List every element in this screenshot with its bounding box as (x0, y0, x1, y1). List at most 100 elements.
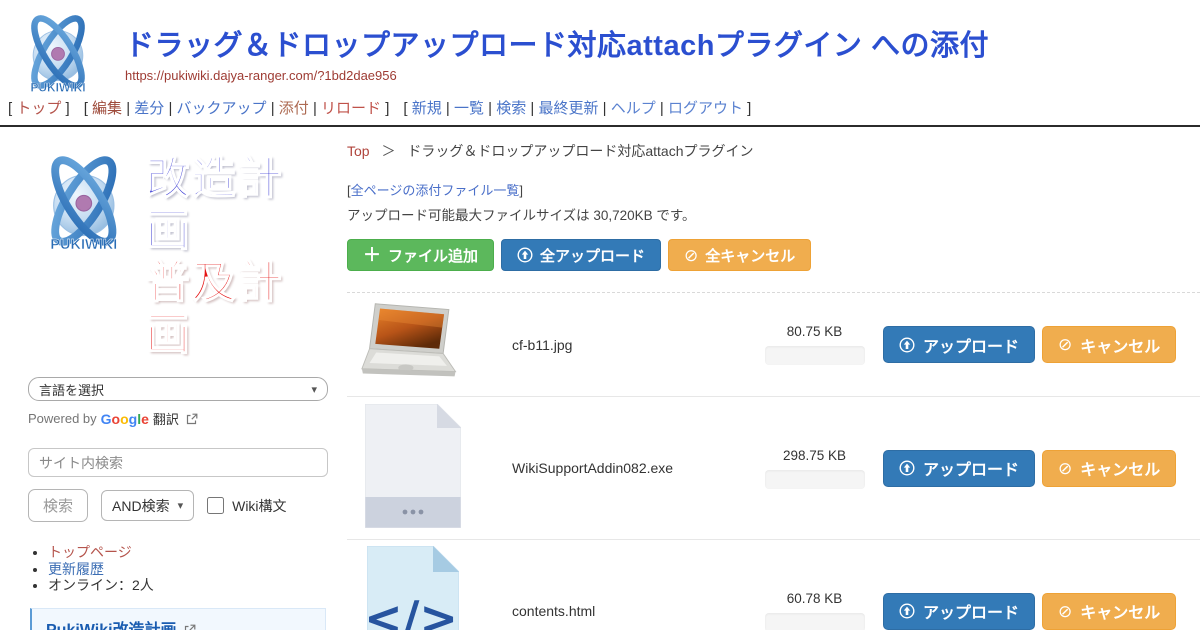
cancel-button-label: キャンセル (1080, 333, 1160, 357)
google-letter: e (141, 411, 149, 427)
language-select[interactable]: 言語を選択 ▾ (28, 377, 328, 401)
upload-toolbar: ＋ ファイル追加 全アップロード ⊘ 全キャンセル (347, 239, 1200, 271)
upload-circle-icon (517, 247, 533, 263)
logo-wordmark: PUKIWIKI (30, 81, 85, 95)
sidebar-banner[interactable]: PUKIWIKI 改造計画 普及計画 (28, 145, 329, 361)
upload-file-list: </> cf-b11.jpg 80.75 KB アップロード (347, 292, 1200, 630)
google-logo: Google (101, 411, 149, 427)
breadcrumb-home-link[interactable]: Top (347, 143, 370, 159)
add-file-button[interactable]: ＋ ファイル追加 (347, 239, 494, 271)
chevron-down-icon: ▾ (178, 499, 184, 512)
file-size: 298.75 KB (762, 448, 867, 463)
file-thumbnail: </> (347, 546, 479, 630)
max-filesize-text: アップロード可能最大ファイルサイズは 30,720KB です。 (347, 204, 1200, 224)
google-letter: o (112, 411, 121, 427)
file-name: contents.html (479, 603, 762, 619)
upload-progress-bar (765, 613, 865, 630)
sidebar-link[interactable]: トップページ (48, 544, 132, 560)
atom-icon: PUKIWIKI (12, 6, 104, 98)
nav-item[interactable]: リロード (309, 100, 381, 117)
file-size: 60.78 KB (762, 591, 867, 606)
nav-group-page-actions: 編集差分バックアップ添付リロード (84, 97, 390, 118)
nav-item[interactable]: 差分 (122, 100, 164, 117)
upload-circle-icon (899, 337, 915, 353)
cancel-button[interactable]: ⊘ キャンセル (1042, 450, 1176, 487)
wiki-syntax-label: Wiki構文 (232, 496, 286, 516)
top-navigation: トップ 編集差分バックアップ添付リロード 新規一覧検索最終更新ヘルプログアウト (0, 95, 1200, 119)
laptop-image-thumbnail (356, 299, 471, 390)
pukiwiki-atom-logo-icon[interactable]: PUKIWIKI (12, 6, 104, 103)
nav-item[interactable]: 一覧 (442, 100, 484, 117)
cancel-button-label: キャンセル (1080, 456, 1160, 480)
banner-slogan: 改造計画 普及計画 (146, 153, 329, 361)
translate-label[interactable]: 翻訳 (153, 409, 179, 428)
powered-by-label: Powered by (28, 411, 97, 426)
nav-item[interactable]: 検索 (484, 100, 526, 117)
google-letter: g (129, 411, 138, 427)
external-link-icon (186, 413, 198, 425)
sidebar-heading-box: PukiWiki改造計画 (30, 608, 326, 630)
cancel-all-button[interactable]: ⊘ 全キャンセル (668, 239, 811, 271)
google-letter: o (120, 411, 129, 427)
sidebar-link[interactable]: オンライン：2人 (48, 577, 154, 593)
page-title: ドラッグ＆ドロップアップロード対応attachプラグイン への添付 (125, 22, 989, 64)
nav-item[interactable]: ログアウト (656, 100, 743, 117)
breadcrumb-separator: ＞ (381, 143, 395, 159)
nav-item[interactable]: 添付 (267, 100, 309, 117)
upload-circle-icon (899, 603, 915, 619)
list-item: オンライン：2人 (48, 577, 329, 594)
upload-all-button[interactable]: 全アップロード (501, 239, 661, 271)
cancel-button[interactable]: ⊘ キャンセル (1042, 326, 1176, 363)
page-url-link[interactable]: https://pukiwiki.dajya-ranger.com/?1bd2d… (125, 68, 397, 83)
search-mode-select[interactable]: AND検索 ▾ (101, 490, 194, 521)
nav-item[interactable]: 最終更新 (526, 100, 598, 117)
all-attachments-link[interactable]: 全ページの添付ファイル一覧 (351, 183, 520, 198)
google-letter: G (101, 411, 112, 427)
wiki-syntax-checkbox[interactable] (207, 497, 224, 514)
plus-icon: ＋ (363, 246, 381, 264)
nav-group-site-actions: 新規一覧検索最終更新ヘルプログアウト (403, 97, 751, 118)
search-controls: 検索 AND検索 ▾ Wiki構文 (28, 489, 329, 522)
generic-file-icon (365, 404, 461, 533)
file-size-cell: 80.75 KB (762, 324, 867, 365)
file-row: </> contents.html 60.78 KB アップロー (347, 540, 1200, 630)
wiki-syntax-option: Wiki構文 (207, 496, 286, 516)
file-name: cf-b11.jpg (479, 337, 762, 353)
nav-item[interactable]: バックアップ (164, 100, 266, 117)
ban-circle-icon: ⊘ (1058, 336, 1072, 353)
upload-button-label: アップロード (923, 456, 1019, 480)
language-select-value: 言語を選択 (39, 380, 104, 399)
banner-line-fukyu: 普及計画 (146, 257, 329, 361)
site-search-input[interactable] (28, 448, 328, 477)
upload-progress-bar (765, 346, 865, 365)
banner-line-kaizo: 改造計画 (146, 153, 329, 257)
list-item: トップページ (48, 544, 329, 561)
upload-button[interactable]: アップロード (883, 326, 1035, 363)
powered-by-google: Powered by Google 翻訳 (28, 409, 329, 428)
upload-button[interactable]: アップロード (883, 450, 1035, 487)
upload-button[interactable]: アップロード (883, 593, 1035, 630)
sidebar-link[interactable]: 更新履歴 (48, 561, 104, 577)
upload-circle-icon (899, 460, 915, 476)
cancel-all-label: 全キャンセル (705, 245, 795, 266)
search-mode-value: AND検索 (112, 496, 170, 516)
nav-item[interactable]: 新規 (412, 100, 442, 117)
cancel-button[interactable]: ⊘ キャンセル (1042, 593, 1176, 630)
search-button[interactable]: 検索 (28, 489, 88, 522)
file-actions: アップロード ⊘ キャンセル (883, 593, 1176, 630)
upload-all-label: 全アップロード (540, 245, 645, 266)
file-thumbnail: </> (347, 299, 479, 390)
chevron-down-icon: ▾ (311, 383, 317, 396)
cancel-button-label: キャンセル (1080, 599, 1160, 623)
header: PUKIWIKI ドラッグ＆ドロップアップロード対応attachプラグイン への… (0, 0, 1200, 95)
breadcrumb: Top ＞ ドラッグ＆ドロップアップロード対応attachプラグイン (347, 141, 1200, 161)
sidebar: PUKIWIKI 改造計画 普及計画 言語を選択 ▾ Powered by Go… (0, 127, 345, 630)
upload-progress-bar (765, 470, 865, 489)
ban-circle-icon: ⊘ (1058, 460, 1072, 477)
upload-button-label: アップロード (923, 333, 1019, 357)
file-row: </> cf-b11.jpg 80.75 KB アップロード (347, 293, 1200, 397)
svg-text:</>: </> (367, 591, 458, 630)
file-size: 80.75 KB (762, 324, 867, 339)
sidebar-heading-link[interactable]: PukiWiki改造計画 (46, 622, 177, 630)
nav-item[interactable]: ヘルプ (599, 100, 656, 117)
